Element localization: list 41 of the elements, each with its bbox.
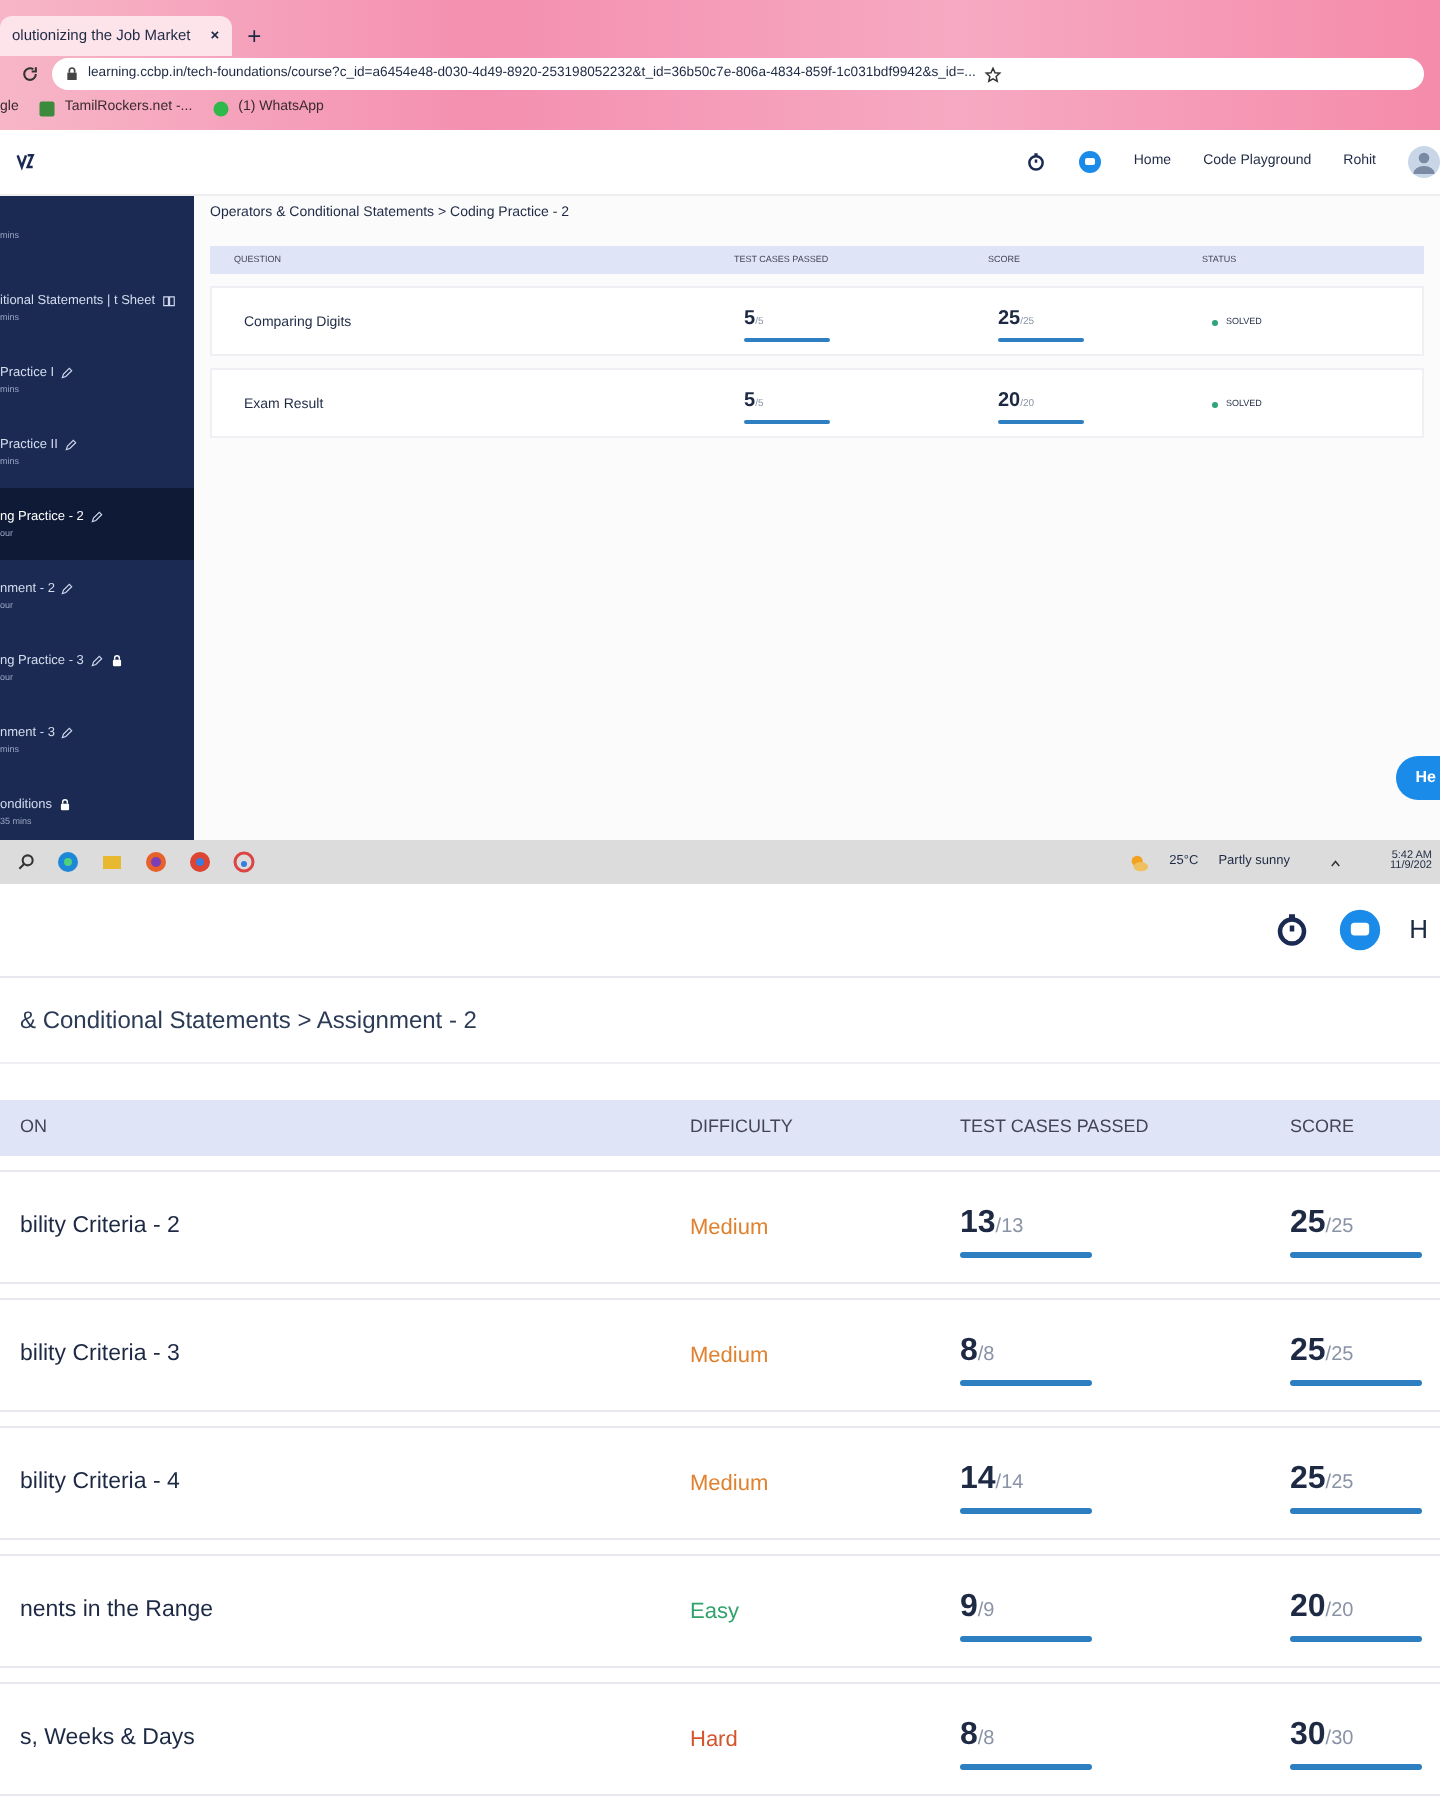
- score-text: 25/25: [1290, 1203, 1356, 1243]
- browser-icon[interactable]: [188, 850, 212, 874]
- timer-icon[interactable]: [1025, 152, 1046, 172]
- score-text: 9/9: [960, 1587, 997, 1627]
- new-tab-button[interactable]: +: [247, 18, 262, 54]
- nav-link[interactable]: H: [1409, 910, 1428, 950]
- site-icon: [38, 99, 57, 117]
- score-text: 8/8: [960, 1715, 997, 1755]
- score-text: 25/25: [1290, 1459, 1356, 1499]
- star-icon[interactable]: [983, 65, 1002, 83]
- question-cell[interactable]: s, Weeks & Days: [20, 1722, 690, 1758]
- difficulty-text: Medium: [690, 1469, 771, 1500]
- score-text: 14/14: [960, 1459, 1026, 1499]
- timer-icon[interactable]: [1273, 912, 1310, 948]
- question-cell[interactable]: bility Criteria - 4: [20, 1466, 690, 1502]
- browser-icon[interactable]: [144, 850, 168, 874]
- score-text: 20/20: [1290, 1587, 1356, 1627]
- help-button[interactable]: He: [1395, 756, 1440, 800]
- question-cell[interactable]: bility Criteria - 2: [20, 1210, 690, 1246]
- chat-icon[interactable]: [1337, 908, 1382, 952]
- browser-icon[interactable]: [56, 850, 80, 874]
- score-text: 13/13: [960, 1203, 1026, 1243]
- weather-icon: [1127, 851, 1150, 873]
- chat-icon[interactable]: [1077, 150, 1102, 174]
- table-header: ON DIFFICULTY TEST CASES PASSED SCORE: [0, 1100, 1440, 1155]
- question-cell[interactable]: nents in the Range: [20, 1594, 690, 1630]
- difficulty-text: Medium: [690, 1341, 771, 1372]
- lock-icon: [64, 66, 80, 82]
- reload-icon[interactable]: [20, 64, 40, 84]
- breadcrumb: & Conditional Statements > Assignment - 2: [0, 978, 1440, 1064]
- difficulty-text: Medium: [690, 1213, 771, 1244]
- score-text: 8/8: [960, 1331, 997, 1371]
- score-text: 25/25: [1290, 1331, 1356, 1371]
- score-text: 30/30: [1290, 1715, 1356, 1755]
- avatar-icon[interactable]: [1408, 146, 1440, 178]
- difficulty-text: Hard: [690, 1725, 740, 1756]
- question-cell[interactable]: bility Criteria - 3: [20, 1338, 690, 1374]
- chat-icon: [212, 99, 231, 117]
- difficulty-text: Easy: [690, 1597, 741, 1628]
- search-icon[interactable]: [16, 852, 36, 872]
- app-icon[interactable]: [232, 850, 256, 874]
